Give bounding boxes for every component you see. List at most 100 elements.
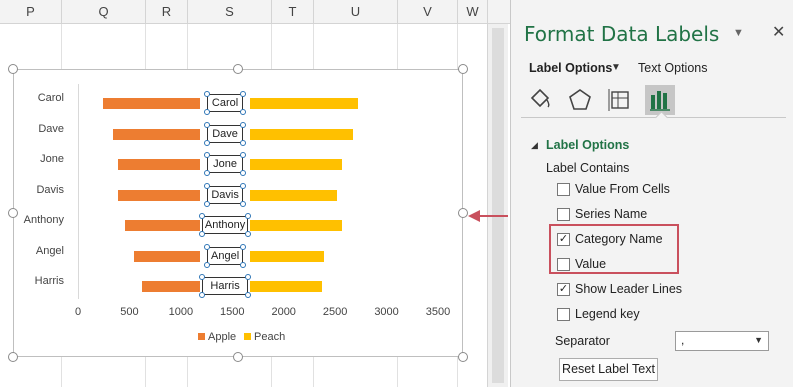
bar-apple[interactable]	[112, 128, 201, 140]
effects-icon[interactable]	[565, 85, 595, 115]
bar-peach[interactable]	[249, 281, 322, 292]
bar-peach[interactable]	[249, 189, 338, 201]
data-label-handle[interactable]	[204, 182, 211, 189]
resize-handle[interactable]	[233, 64, 243, 74]
bar-apple[interactable]	[118, 159, 201, 170]
legend-item[interactable]: Peach	[244, 331, 285, 343]
close-icon[interactable]: ✕	[772, 22, 785, 42]
checkbox[interactable]	[557, 183, 570, 196]
tab-label-options[interactable]: Label Options	[529, 61, 612, 75]
resize-handle[interactable]	[458, 64, 468, 74]
data-label-handle[interactable]	[240, 121, 247, 128]
resize-handle[interactable]	[8, 352, 18, 362]
section-title[interactable]: Label Options	[546, 138, 629, 152]
column-header[interactable]: P	[0, 0, 62, 24]
bar-apple[interactable]	[125, 220, 201, 231]
data-label[interactable]: Angel	[207, 246, 244, 265]
pane-options-menu-icon[interactable]: ▼	[733, 27, 744, 39]
checkbox[interactable]: ✓	[557, 283, 570, 296]
data-label-handle[interactable]	[240, 261, 247, 268]
checkbox[interactable]	[557, 308, 570, 321]
column-header[interactable]: U	[314, 0, 398, 24]
data-label-handle[interactable]	[240, 91, 247, 97]
format-data-labels-pane: Format Data Labels ▼ ✕ Label Options ▼ T…	[510, 0, 793, 387]
bar-peach[interactable]	[249, 159, 343, 170]
data-label-handle[interactable]	[240, 182, 247, 189]
data-label-handle[interactable]	[240, 152, 247, 158]
category-axis-label: Carol	[37, 92, 64, 104]
bar-apple[interactable]	[141, 281, 201, 292]
separator-dropdown[interactable]: , ▼	[675, 331, 769, 351]
tab-text-options[interactable]: Text Options	[638, 61, 707, 75]
resize-handle[interactable]	[8, 64, 18, 74]
chevron-down-icon[interactable]: ▼	[611, 62, 621, 73]
data-label-handle[interactable]	[204, 261, 211, 268]
data-label-handle[interactable]	[240, 243, 247, 250]
checkbox-label: Series Name	[575, 207, 648, 221]
resize-handle[interactable]	[458, 208, 468, 218]
legend-swatch	[244, 333, 251, 340]
bar-apple[interactable]	[118, 189, 201, 201]
checkbox-label: Show Leader Lines	[575, 282, 683, 296]
chart-object[interactable]: Carol Carol Dave Dave Jone Jone Davis Davis Anth…	[8, 64, 468, 362]
category-axis-label: Jone	[40, 153, 64, 165]
label-contains-heading: Label Contains	[546, 161, 630, 175]
category-axis-label: Anthony	[23, 214, 64, 226]
legend-label: Peach	[254, 331, 286, 343]
data-label-handle[interactable]	[240, 170, 247, 176]
data-label[interactable]: Carol	[207, 94, 244, 112]
data-label-handle[interactable]	[245, 292, 252, 298]
resize-handle[interactable]	[233, 352, 243, 362]
bar-apple[interactable]	[102, 98, 201, 109]
data-label-handle[interactable]	[204, 109, 211, 115]
checkbox-label: Legend key	[575, 307, 640, 321]
data-label[interactable]: Dave	[207, 124, 244, 143]
bar-peach[interactable]	[249, 250, 324, 262]
bar-peach[interactable]	[249, 220, 343, 231]
data-label-handle[interactable]	[240, 139, 247, 146]
data-label[interactable]: Harris	[202, 277, 249, 295]
data-label-handle[interactable]	[204, 139, 211, 146]
data-label-handle[interactable]	[245, 231, 252, 237]
bar-peach[interactable]	[249, 128, 353, 140]
data-label-handle[interactable]	[199, 292, 206, 298]
bar-peach[interactable]	[249, 98, 358, 109]
category-axis-label: Davis	[36, 183, 64, 196]
x-axis-tick-label: 1000	[168, 306, 194, 318]
paint-bucket-icon	[530, 88, 550, 108]
column-header[interactable]: V	[398, 0, 458, 24]
label-options-chart-icon[interactable]	[645, 85, 675, 115]
data-label-handle[interactable]	[204, 121, 211, 128]
column-header[interactable]: T	[272, 0, 314, 24]
collapse-triangle-icon[interactable]: ◢	[531, 140, 538, 151]
data-label-handle[interactable]	[240, 109, 247, 115]
column-header[interactable]: Q	[62, 0, 146, 24]
fill-line-icon[interactable]	[525, 85, 555, 115]
legend-swatch	[198, 333, 205, 340]
data-label-handle[interactable]	[204, 243, 211, 250]
column-header[interactable]: S	[188, 0, 272, 24]
size-properties-icon[interactable]	[605, 85, 635, 115]
legend-item[interactable]: Apple	[198, 331, 236, 343]
pointer-arrow	[468, 210, 508, 222]
data-label[interactable]: Anthony	[202, 216, 249, 234]
chevron-down-icon[interactable]: ▼	[754, 335, 763, 345]
bar-apple[interactable]	[133, 250, 201, 262]
checkbox[interactable]	[557, 208, 570, 221]
data-label-handle[interactable]	[204, 200, 211, 207]
data-label[interactable]: Davis	[207, 185, 244, 204]
column-header[interactable]: R	[146, 0, 188, 24]
data-label-handle[interactable]	[204, 170, 211, 176]
data-label[interactable]: Jone	[207, 155, 244, 173]
data-label-handle[interactable]	[245, 213, 252, 219]
data-label-handle[interactable]	[245, 274, 252, 280]
reset-label-text-button[interactable]: Reset Label Text	[559, 358, 658, 381]
data-label-handle[interactable]	[240, 200, 247, 207]
checkbox-label: Value From Cells	[575, 182, 670, 196]
column-header[interactable]: W	[458, 0, 488, 24]
resize-handle[interactable]	[458, 352, 468, 362]
bar-chart-icon	[650, 91, 670, 111]
data-label-handle[interactable]	[199, 231, 206, 237]
size-grid-icon	[608, 89, 629, 111]
pentagon-icon	[569, 89, 591, 110]
